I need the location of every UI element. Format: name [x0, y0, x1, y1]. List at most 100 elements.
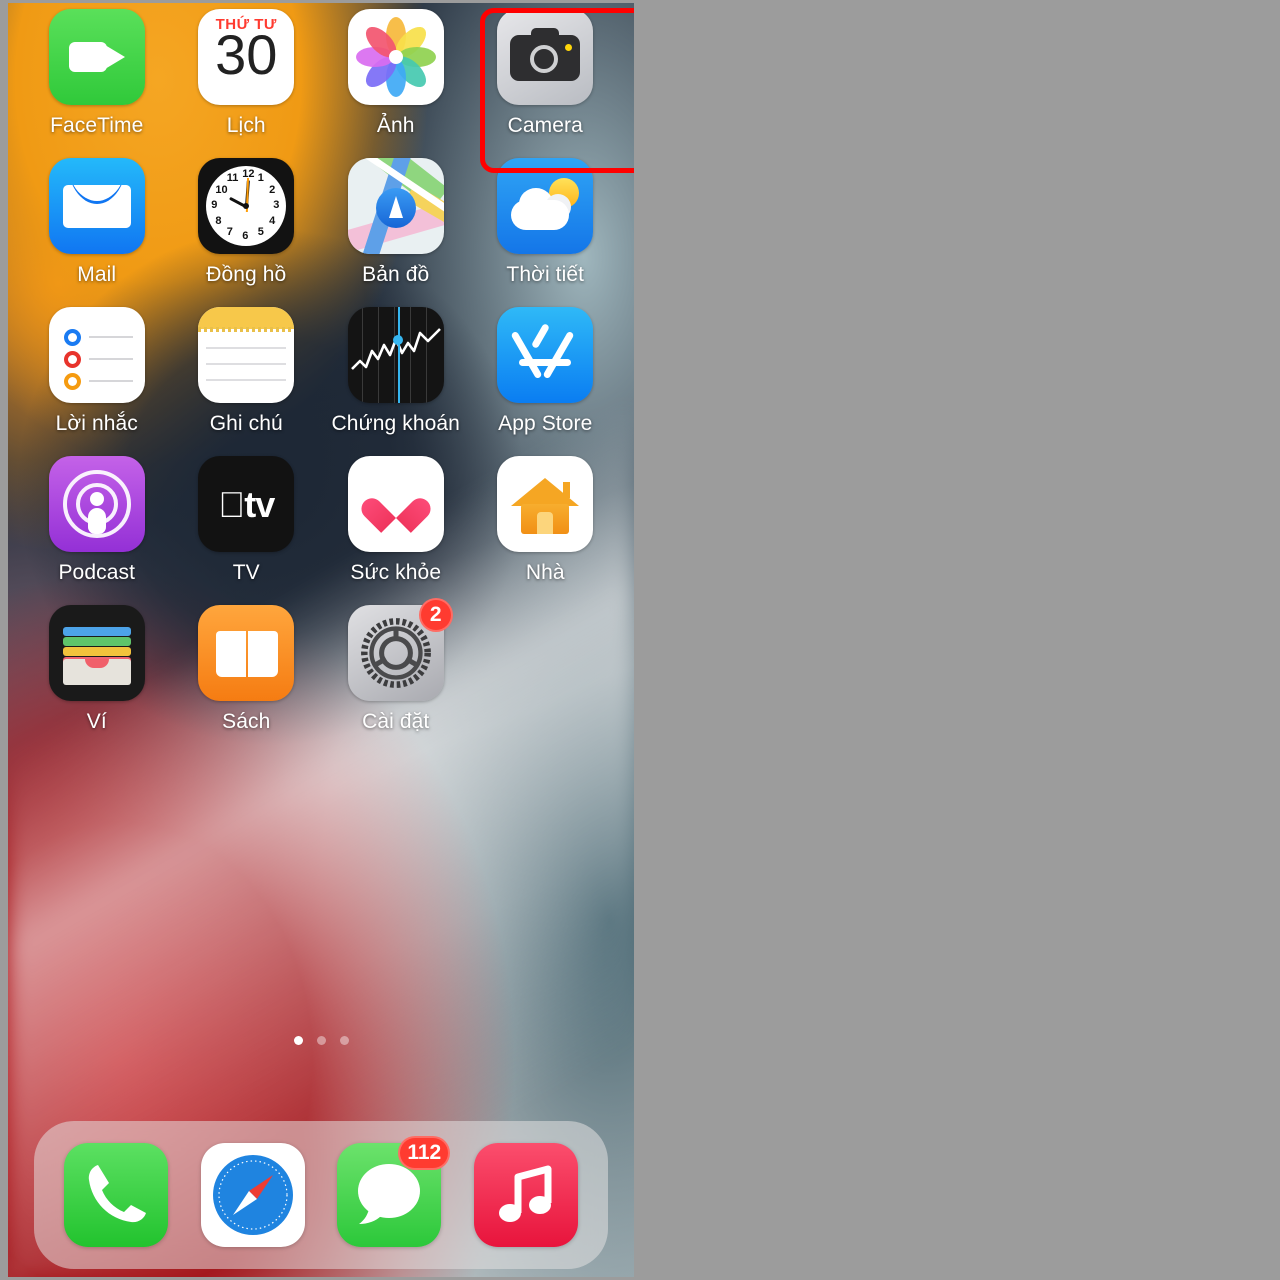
app-notes[interactable]: Ghi chú [172, 307, 322, 436]
home-app-icon[interactable] [497, 456, 594, 552]
app-grid: FaceTime THỨ TƯ 30 Lịch Ảnh Camera Mail … [8, 9, 634, 734]
camera-app-panel: 1× E SLO-MO VIDEO ẢNH CHÂN DUNG VUÔNG [640, 0, 1280, 1280]
notes-line-3 [206, 379, 287, 381]
clock-numeral: 10 [215, 183, 228, 196]
icon-wrap [48, 456, 145, 552]
health-icon[interactable] [347, 456, 444, 552]
app-label: Sức khỏe [350, 561, 442, 584]
messages-badge: 112 [398, 1136, 451, 1170]
page-dot-3[interactable] [339, 1036, 349, 1045]
page-dot-1[interactable] [293, 1036, 303, 1045]
clock-icon[interactable]: 1 2 3 4 5 6 7 8 9 10 11 12 [198, 158, 295, 254]
icon-wrap [347, 9, 444, 105]
app-label: App Store [498, 412, 593, 435]
app-label: Thời tiết [506, 263, 585, 286]
app-mail[interactable]: Mail [22, 158, 172, 287]
icon-wrap [48, 307, 145, 403]
notes-icon[interactable] [198, 307, 295, 403]
app-tv[interactable]: tv TV [172, 456, 322, 585]
app-label: Ghi chú [209, 412, 283, 435]
stocks-icon[interactable] [347, 307, 444, 403]
app-stocks[interactable]: Chứng khoán [321, 307, 471, 436]
maps-icon[interactable] [347, 158, 444, 254]
page-dot-2[interactable] [316, 1036, 326, 1045]
photos-icon[interactable] [347, 9, 444, 105]
icon-wrap [48, 605, 145, 701]
icon-wrap [198, 307, 295, 403]
app-label: Mail [77, 263, 117, 286]
clock-numeral: 2 [269, 183, 276, 196]
notes-header-band [198, 307, 295, 329]
books-icon[interactable] [198, 605, 295, 701]
app-reminders[interactable]: Lời nhắc [22, 307, 172, 436]
facetime-icon[interactable] [48, 9, 145, 105]
app-photos[interactable]: Ảnh [321, 9, 471, 138]
cloud-base [511, 200, 570, 230]
icon-wrap: tv [198, 456, 295, 552]
wallet-icon[interactable] [48, 605, 145, 701]
icon-wrap [497, 456, 594, 552]
icon-wrap: THỨ TƯ 30 [198, 9, 295, 105]
dock: 112 [34, 1121, 608, 1269]
panel-separator [640, 0, 646, 1280]
ios-home-screen: FaceTime THỨ TƯ 30 Lịch Ảnh Camera Mail … [8, 3, 634, 1277]
app-label: Camera [507, 114, 583, 137]
app-settings[interactable]: 2 Cài đặt [321, 598, 471, 734]
icon-wrap [497, 9, 594, 105]
app-label: Đồng hồ [206, 263, 287, 286]
page-dots[interactable] [8, 1036, 634, 1045]
calendar-icon[interactable]: THỨ TƯ 30 [198, 9, 295, 105]
app-label: Chứng khoán [331, 412, 460, 435]
music-glyph [498, 1165, 552, 1222]
icon-wrap: 1 2 3 4 5 6 7 8 9 10 11 12 [198, 158, 295, 254]
app-label: Ảnh [376, 114, 415, 137]
envelope-flap [63, 185, 131, 228]
app-label: Ví [86, 710, 107, 733]
app-clock[interactable]: 1 2 3 4 5 6 7 8 9 10 11 12 Đồng hồ [172, 158, 322, 287]
app-wallet[interactable]: Ví [22, 605, 172, 734]
app-maps[interactable]: Bản đồ [321, 158, 471, 287]
app-calendar[interactable]: THỨ TƯ 30 Lịch [172, 9, 322, 138]
clock-numeral: 5 [257, 225, 264, 238]
reminder-dot-blue [63, 329, 81, 346]
icon-wrap [48, 158, 145, 254]
icon-wrap [48, 9, 145, 105]
messages-icon[interactable]: 112 [337, 1136, 451, 1247]
app-weather[interactable]: Thời tiết [471, 158, 621, 287]
reminder-dot-red [63, 351, 81, 368]
app-facetime[interactable]: FaceTime [22, 9, 172, 138]
weather-icon[interactable] [497, 158, 594, 254]
reminder-line-2 [88, 358, 133, 360]
clock-numeral: 9 [211, 199, 218, 211]
clock-numeral: 6 [242, 230, 249, 242]
icon-wrap [347, 307, 444, 403]
podcasts-icon[interactable] [48, 456, 145, 552]
app-label: TV [232, 561, 260, 584]
app-app-store[interactable]: App Store [471, 307, 621, 436]
app-health[interactable]: Sức khỏe [321, 456, 471, 585]
clock-numeral: 1 [257, 172, 264, 185]
calendar-date: 30 [215, 23, 278, 86]
app-podcasts[interactable]: Podcast [22, 456, 172, 585]
app-camera[interactable]: Camera [471, 9, 621, 138]
camera-icon[interactable] [497, 9, 594, 105]
tv-icon[interactable]: tv [198, 456, 295, 552]
map-compass-pin [375, 188, 416, 228]
phone-icon[interactable] [64, 1143, 169, 1247]
safari-icon[interactable] [200, 1143, 305, 1247]
home-screen-panel: FaceTime THỨ TƯ 30 Lịch Ảnh Camera Mail … [0, 0, 640, 1280]
app-home[interactable]: Nhà [471, 456, 621, 585]
music-icon[interactable] [473, 1143, 578, 1247]
app-store-icon[interactable] [497, 307, 594, 403]
reminder-line-1 [88, 336, 133, 338]
screenshot-frame: FaceTime THỨ TƯ 30 Lịch Ảnh Camera Mail … [0, 0, 1280, 1280]
reminders-icon[interactable] [48, 307, 145, 403]
clock-numeral: 12 [242, 168, 255, 180]
app-label: Bản đồ [362, 263, 430, 286]
clock-numeral: 3 [273, 199, 280, 211]
icon-wrap [347, 456, 444, 552]
icon-wrap [198, 605, 295, 701]
mail-icon[interactable] [48, 158, 145, 254]
app-books[interactable]: Sách [172, 605, 322, 734]
notes-perforation [198, 327, 295, 332]
